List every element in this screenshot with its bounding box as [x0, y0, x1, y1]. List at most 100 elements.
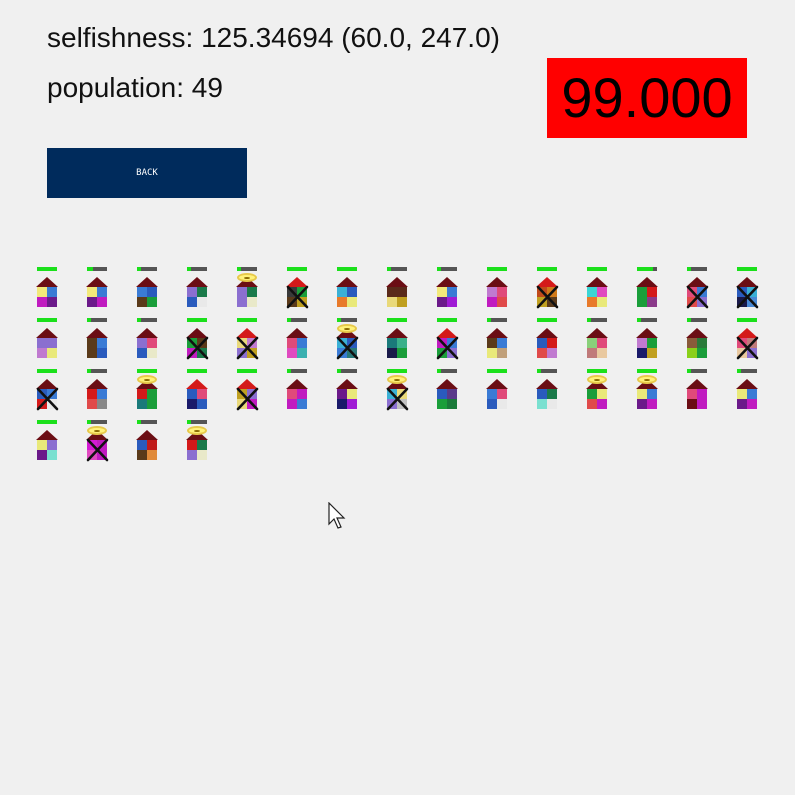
- house-body: [537, 338, 557, 358]
- creature: [536, 318, 562, 364]
- house-body: [387, 338, 407, 358]
- health-bar-fill: [687, 318, 691, 322]
- house-roof: [386, 328, 408, 338]
- color-block: [437, 389, 447, 399]
- house-roof: [586, 277, 608, 287]
- color-block: [47, 450, 57, 460]
- health-bar: [737, 369, 757, 373]
- house-roof: [336, 277, 358, 287]
- dead-x-icon: [36, 387, 59, 411]
- house-body: [437, 287, 457, 307]
- creature: [736, 369, 762, 415]
- health-bar: [637, 318, 657, 322]
- color-block: [37, 450, 47, 460]
- color-block: [647, 399, 657, 409]
- health-bar-fill: [37, 369, 57, 373]
- color-block: [187, 450, 197, 460]
- house-body: [237, 287, 257, 307]
- creature: [486, 369, 512, 415]
- color-block: [687, 389, 697, 399]
- color-block: [597, 389, 607, 399]
- house-body: [487, 287, 507, 307]
- house-roof: [536, 328, 558, 338]
- health-bar: [387, 369, 407, 373]
- health-bar-fill: [187, 318, 207, 322]
- house-body: [437, 389, 457, 409]
- creature: [336, 369, 362, 415]
- health-bar: [437, 267, 457, 271]
- creature: [436, 369, 462, 415]
- house-roof: [286, 328, 308, 338]
- creature: [536, 267, 562, 313]
- health-bar-fill: [437, 369, 441, 373]
- health-bar: [137, 318, 157, 322]
- creature: [386, 318, 412, 364]
- creature: [686, 318, 712, 364]
- creature: [36, 267, 62, 313]
- health-bar-fill: [237, 267, 241, 271]
- house-body: [287, 389, 307, 409]
- health-bar-fill: [637, 369, 657, 373]
- health-bar-fill: [237, 318, 257, 322]
- house-roof: [586, 328, 608, 338]
- health-bar: [137, 420, 157, 424]
- halo-icon: [637, 375, 657, 384]
- dead-x-icon: [386, 387, 409, 411]
- color-block: [137, 287, 147, 297]
- health-bar: [487, 267, 507, 271]
- health-bar-fill: [737, 369, 741, 373]
- color-block: [547, 399, 557, 409]
- creature: [36, 420, 62, 466]
- house-roof: [86, 379, 108, 389]
- color-block: [147, 399, 157, 409]
- color-block: [97, 389, 107, 399]
- house-roof: [486, 379, 508, 389]
- color-block: [147, 338, 157, 348]
- creature: [386, 267, 412, 313]
- health-bar-fill: [687, 267, 691, 271]
- house-body: [337, 287, 357, 307]
- house-body: [737, 389, 757, 409]
- color-block: [637, 348, 647, 358]
- dead-x-icon: [86, 438, 109, 462]
- color-block: [487, 287, 497, 297]
- house-body: [137, 389, 157, 409]
- color-block: [497, 389, 507, 399]
- health-bar-fill: [187, 420, 191, 424]
- color-block: [447, 389, 457, 399]
- color-block: [137, 389, 147, 399]
- color-block: [337, 287, 347, 297]
- color-block: [237, 287, 247, 297]
- health-bar-fill: [137, 267, 141, 271]
- color-block: [137, 348, 147, 358]
- house-body: [337, 389, 357, 409]
- health-bar: [687, 369, 707, 373]
- house-roof: [186, 277, 208, 287]
- health-bar: [487, 318, 507, 322]
- color-block: [597, 338, 607, 348]
- color-block: [187, 389, 197, 399]
- color-block: [587, 348, 597, 358]
- house-roof: [636, 277, 658, 287]
- halo-icon: [387, 375, 407, 384]
- color-block: [497, 399, 507, 409]
- house-body: [87, 338, 107, 358]
- creature: [86, 420, 112, 466]
- health-bar: [87, 267, 107, 271]
- creature: [736, 267, 762, 313]
- health-bar: [37, 369, 57, 373]
- color-block: [37, 297, 47, 307]
- health-bar: [337, 318, 357, 322]
- color-block: [287, 338, 297, 348]
- color-block: [437, 399, 447, 409]
- color-block: [497, 287, 507, 297]
- house-roof: [486, 328, 508, 338]
- color-block: [537, 338, 547, 348]
- house-roof: [686, 328, 708, 338]
- dead-x-icon: [186, 336, 209, 360]
- color-block: [637, 297, 647, 307]
- health-bar: [387, 267, 407, 271]
- health-bar-fill: [437, 267, 441, 271]
- color-block: [87, 348, 97, 358]
- color-block: [347, 287, 357, 297]
